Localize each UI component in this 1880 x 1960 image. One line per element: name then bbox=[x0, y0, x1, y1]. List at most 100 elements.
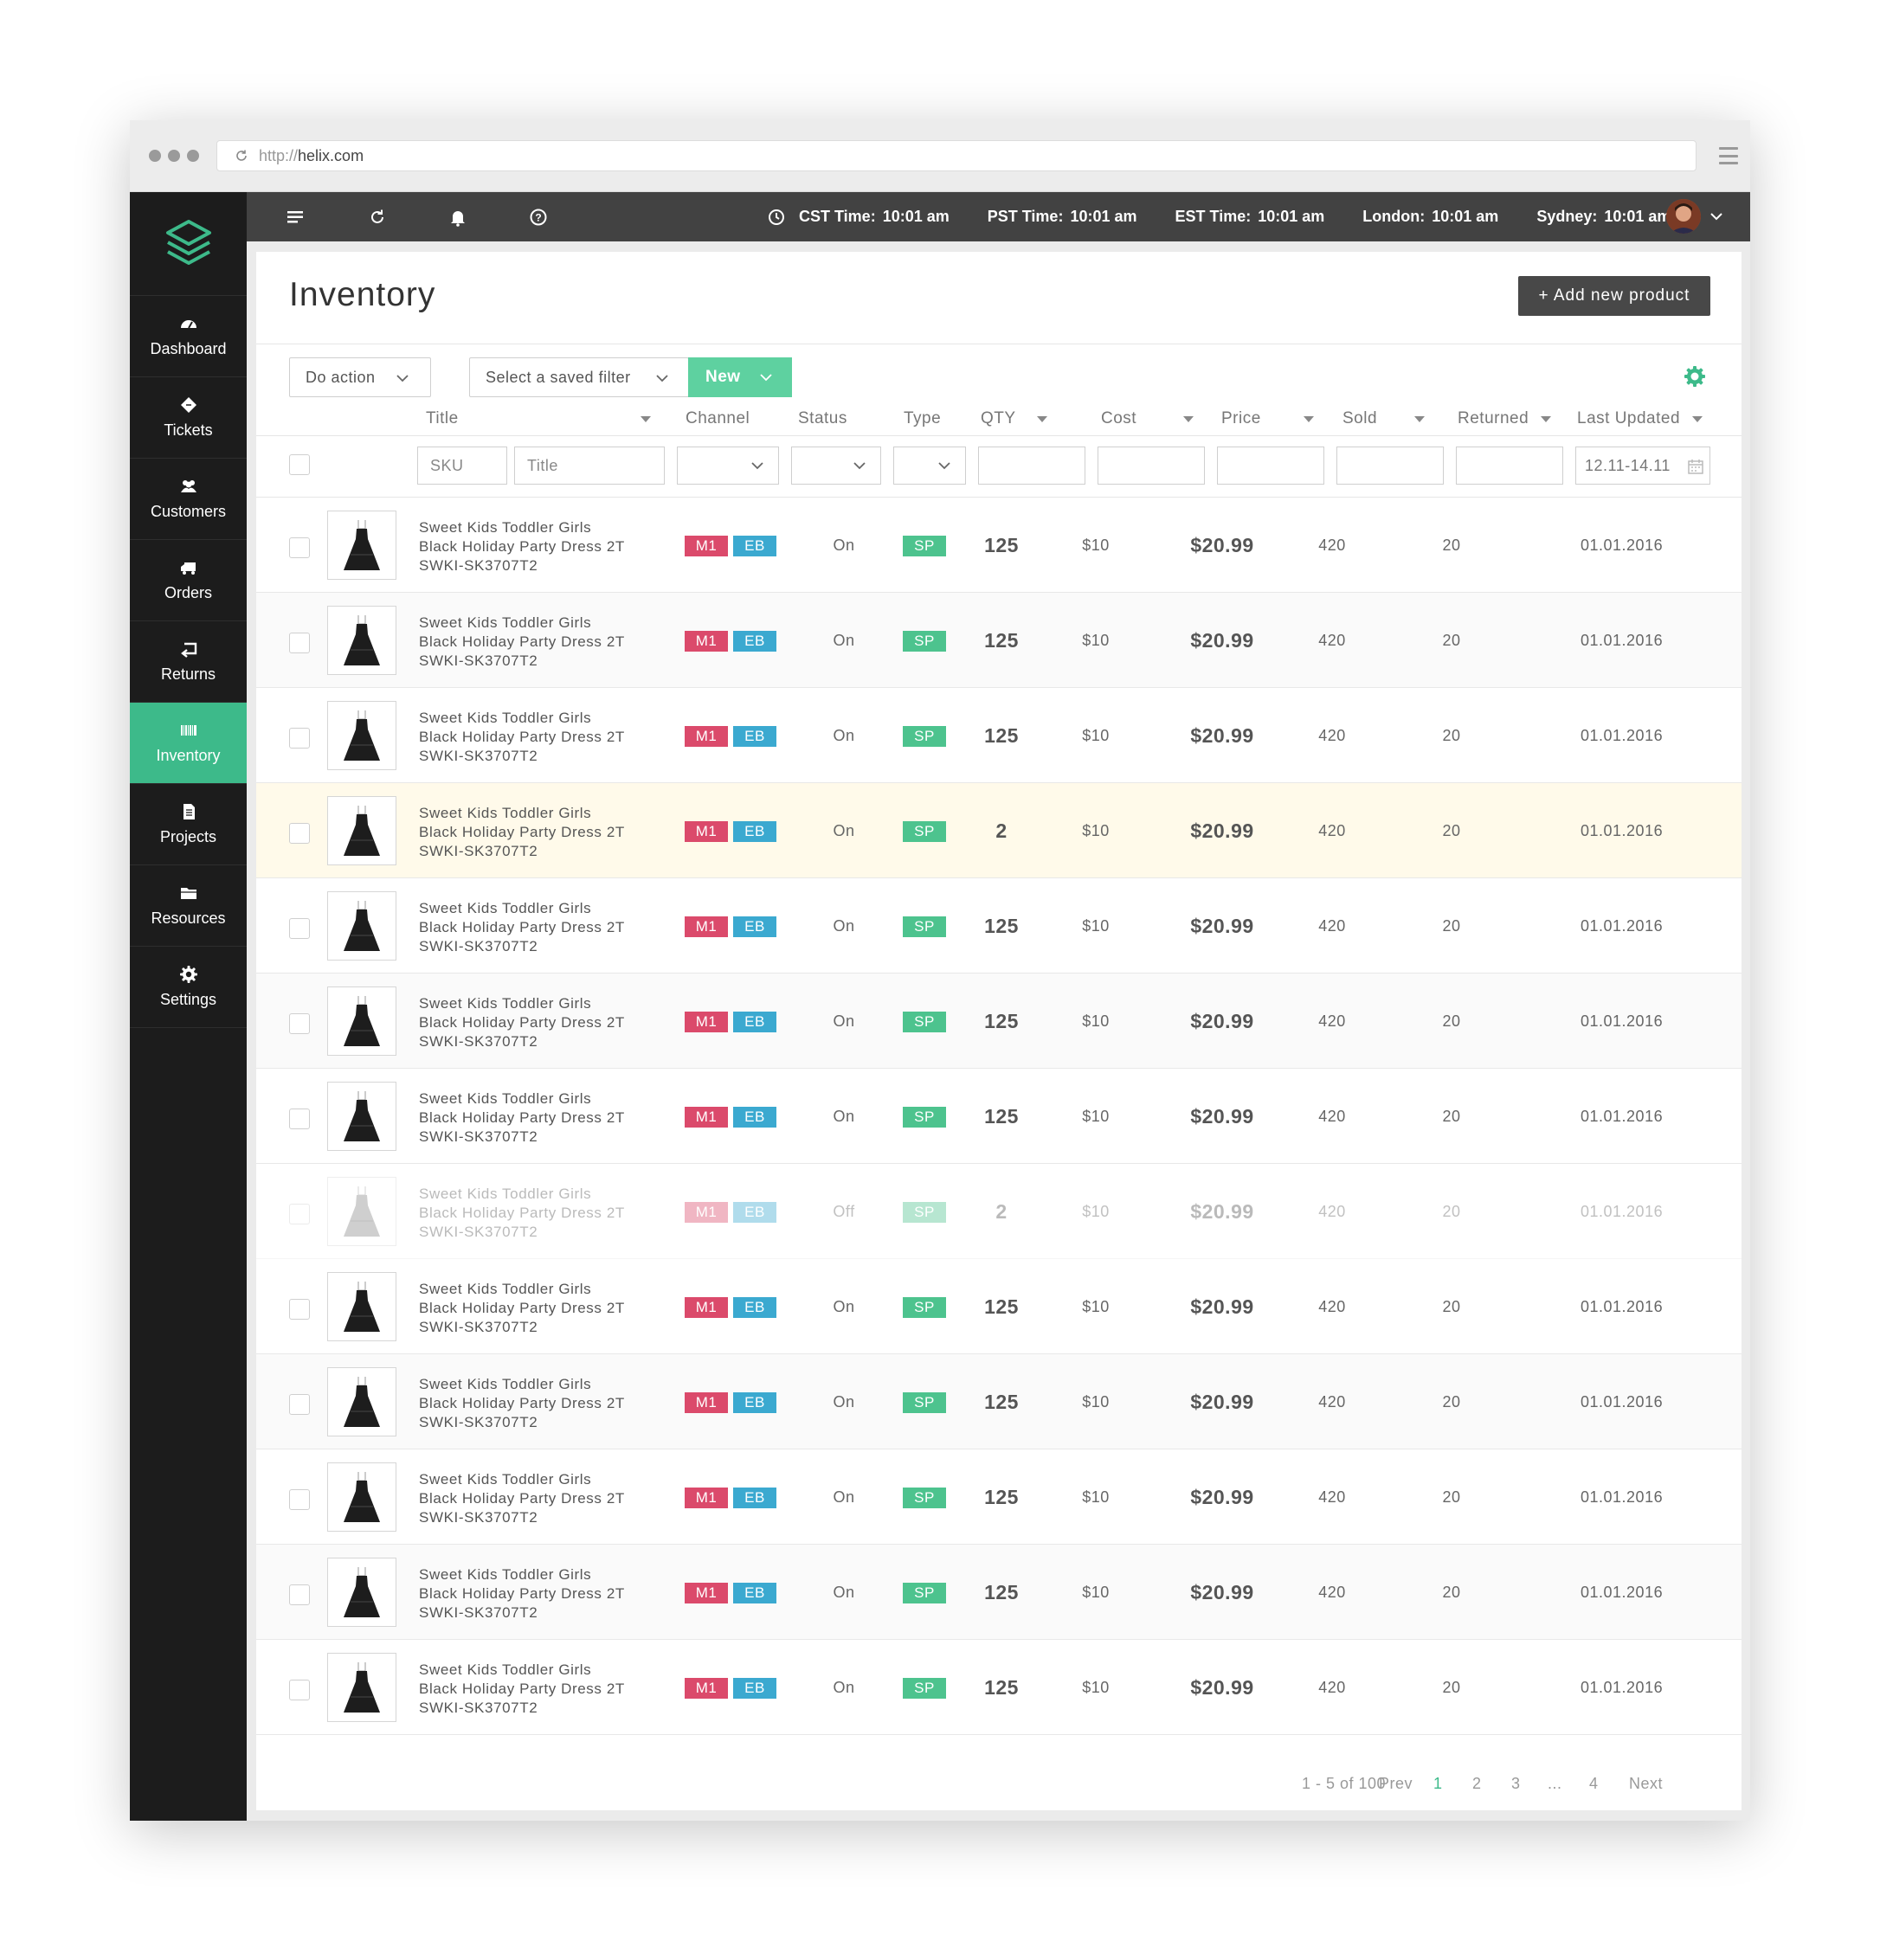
sidebar-item-projects[interactable]: Projects bbox=[130, 784, 247, 865]
table-row[interactable]: Sweet Kids Toddler Girls Black Holiday Pa… bbox=[256, 1449, 1742, 1545]
qty-filter-input[interactable] bbox=[978, 447, 1085, 485]
product-thumbnail[interactable] bbox=[327, 1367, 396, 1436]
date-range-filter-input[interactable]: 12.11-14.11 bbox=[1575, 447, 1710, 485]
sidebar-item-customers[interactable]: Customers bbox=[130, 459, 247, 540]
product-thumbnail[interactable] bbox=[327, 511, 396, 580]
sort-arrow-icon[interactable] bbox=[1541, 416, 1551, 422]
help-icon[interactable]: ? bbox=[529, 208, 548, 227]
column-header-channel[interactable]: Channel bbox=[686, 409, 750, 428]
table-row[interactable]: Sweet Kids Toddler Girls Black Holiday Pa… bbox=[256, 1069, 1742, 1164]
sort-arrow-icon[interactable] bbox=[1414, 416, 1425, 422]
row-checkbox[interactable] bbox=[289, 728, 310, 749]
row-checkbox[interactable] bbox=[289, 1680, 310, 1700]
row-checkbox[interactable] bbox=[289, 1584, 310, 1605]
type-filter-select[interactable] bbox=[893, 447, 966, 485]
pagination-page-4[interactable]: 4 bbox=[1589, 1775, 1599, 1793]
cost-filter-input[interactable] bbox=[1098, 447, 1205, 485]
table-row[interactable]: Sweet Kids Toddler Girls Black Holiday Pa… bbox=[256, 498, 1742, 593]
product-title[interactable]: Sweet Kids Toddler Girls Black Holiday Pa… bbox=[419, 518, 625, 575]
column-header-type[interactable]: Type bbox=[904, 409, 941, 428]
product-title[interactable]: Sweet Kids Toddler Girls Black Holiday Pa… bbox=[419, 614, 625, 671]
pagination-page-3[interactable]: 3 bbox=[1511, 1775, 1521, 1793]
address-bar[interactable]: http://helix.com bbox=[216, 140, 1697, 171]
column-header-qty[interactable]: QTY bbox=[981, 409, 1016, 428]
reload-icon[interactable] bbox=[235, 149, 248, 163]
row-checkbox[interactable] bbox=[289, 918, 310, 939]
product-title[interactable]: Sweet Kids Toddler Girls Black Holiday Pa… bbox=[419, 899, 625, 956]
sort-arrow-icon[interactable] bbox=[1183, 416, 1194, 422]
title-filter-input[interactable]: Title bbox=[514, 447, 665, 485]
product-title[interactable]: Sweet Kids Toddler Girls Black Holiday Pa… bbox=[419, 994, 625, 1051]
column-header-status[interactable]: Status bbox=[798, 409, 847, 428]
row-checkbox[interactable] bbox=[289, 1394, 310, 1415]
row-checkbox[interactable] bbox=[289, 823, 310, 844]
product-thumbnail[interactable] bbox=[327, 1462, 396, 1532]
product-title[interactable]: Sweet Kids Toddler Girls Black Holiday Pa… bbox=[419, 1375, 625, 1432]
product-title[interactable]: Sweet Kids Toddler Girls Black Holiday Pa… bbox=[419, 1470, 625, 1527]
select-all-checkbox[interactable] bbox=[289, 454, 310, 475]
row-checkbox[interactable] bbox=[289, 1013, 310, 1034]
sidebar-item-settings[interactable]: Settings bbox=[130, 947, 247, 1028]
sort-arrow-icon[interactable] bbox=[641, 416, 651, 422]
column-header-returned[interactable]: Returned bbox=[1458, 409, 1529, 428]
sort-arrow-icon[interactable] bbox=[1692, 416, 1703, 422]
sku-filter-input[interactable]: SKU bbox=[417, 447, 507, 485]
sidebar-item-orders[interactable]: Orders bbox=[130, 540, 247, 621]
calendar-icon[interactable] bbox=[1687, 458, 1704, 475]
product-thumbnail[interactable] bbox=[327, 986, 396, 1056]
column-header-title[interactable]: Title bbox=[426, 409, 459, 428]
sidebar-item-dashboard[interactable]: Dashboard bbox=[130, 296, 247, 377]
product-title[interactable]: Sweet Kids Toddler Girls Black Holiday Pa… bbox=[419, 1185, 625, 1242]
row-checkbox[interactable] bbox=[289, 1109, 310, 1129]
product-title[interactable]: Sweet Kids Toddler Girls Black Holiday Pa… bbox=[419, 1661, 625, 1718]
status-filter-select[interactable] bbox=[791, 447, 881, 485]
table-row[interactable]: Sweet Kids Toddler Girls Black Holiday Pa… bbox=[256, 688, 1742, 783]
product-thumbnail[interactable] bbox=[327, 1082, 396, 1151]
sidebar-item-inventory[interactable]: Inventory bbox=[130, 703, 247, 784]
chevron-down-icon[interactable] bbox=[1709, 211, 1723, 222]
table-row[interactable]: Sweet Kids Toddler Girls Black Holiday Pa… bbox=[256, 878, 1742, 974]
table-row[interactable]: Sweet Kids Toddler Girls Black Holiday Pa… bbox=[256, 974, 1742, 1069]
product-thumbnail[interactable] bbox=[327, 606, 396, 675]
sidebar-item-resources[interactable]: Resources bbox=[130, 865, 247, 947]
column-header-sold[interactable]: Sold bbox=[1342, 409, 1377, 428]
pagination-page-1[interactable]: 1 bbox=[1433, 1775, 1443, 1793]
avatar[interactable] bbox=[1666, 199, 1701, 234]
channel-filter-select[interactable] bbox=[677, 447, 779, 485]
bulk-action-select[interactable]: Do action bbox=[289, 357, 431, 397]
pagination-page-2[interactable]: 2 bbox=[1472, 1775, 1482, 1793]
product-thumbnail[interactable] bbox=[327, 1177, 396, 1246]
table-row[interactable]: Sweet Kids Toddler Girls Black Holiday Pa… bbox=[256, 593, 1742, 688]
product-title[interactable]: Sweet Kids Toddler Girls Black Holiday Pa… bbox=[419, 804, 625, 861]
logo[interactable] bbox=[130, 192, 247, 296]
product-title[interactable]: Sweet Kids Toddler Girls Black Holiday Pa… bbox=[419, 1565, 625, 1623]
product-thumbnail[interactable] bbox=[327, 1558, 396, 1627]
add-product-button[interactable]: + Add new product bbox=[1518, 276, 1710, 316]
column-header-cost[interactable]: Cost bbox=[1101, 409, 1136, 428]
product-title[interactable]: Sweet Kids Toddler Girls Black Holiday Pa… bbox=[419, 709, 625, 766]
product-thumbnail[interactable] bbox=[327, 1653, 396, 1722]
product-title[interactable]: Sweet Kids Toddler Girls Black Holiday Pa… bbox=[419, 1280, 625, 1337]
refresh-icon[interactable] bbox=[368, 208, 387, 227]
table-row[interactable]: Sweet Kids Toddler Girls Black Holiday Pa… bbox=[256, 1354, 1742, 1449]
product-thumbnail[interactable] bbox=[327, 1272, 396, 1341]
column-header-last-updated[interactable]: Last Updated bbox=[1577, 409, 1680, 428]
bell-icon[interactable] bbox=[448, 208, 467, 227]
sort-arrow-icon[interactable] bbox=[1037, 416, 1047, 422]
pagination-prev[interactable]: Prev bbox=[1379, 1775, 1413, 1793]
product-thumbnail[interactable] bbox=[327, 701, 396, 770]
pagination-next[interactable]: Next bbox=[1629, 1775, 1663, 1793]
sold-filter-input[interactable] bbox=[1336, 447, 1444, 485]
product-thumbnail[interactable] bbox=[327, 891, 396, 961]
returned-filter-input[interactable] bbox=[1456, 447, 1563, 485]
product-title[interactable]: Sweet Kids Toddler Girls Black Holiday Pa… bbox=[419, 1089, 625, 1147]
row-checkbox[interactable] bbox=[289, 1204, 310, 1224]
browser-menu-icon[interactable] bbox=[1719, 147, 1738, 164]
column-header-price[interactable]: Price bbox=[1221, 409, 1261, 428]
row-checkbox[interactable] bbox=[289, 1489, 310, 1510]
row-checkbox[interactable] bbox=[289, 537, 310, 558]
table-row[interactable]: Sweet Kids Toddler Girls Black Holiday Pa… bbox=[256, 1545, 1742, 1640]
window-controls[interactable] bbox=[149, 150, 199, 162]
list-menu-icon[interactable] bbox=[286, 208, 305, 227]
sidebar-item-tickets[interactable]: Tickets bbox=[130, 377, 247, 459]
